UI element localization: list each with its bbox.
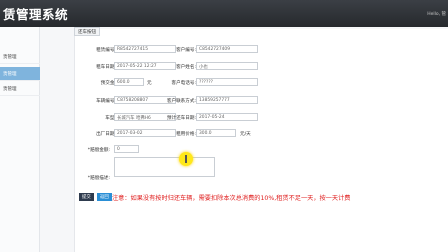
- daily-price-field[interactable]: 300.0: [196, 129, 236, 137]
- text-cursor-icon: [185, 155, 187, 163]
- daily-price-label: 租用价格:: [176, 132, 196, 137]
- sidebar-item-1[interactable]: 赁管理: [0, 50, 40, 64]
- customer-phone-field[interactable]: ??????: [196, 78, 258, 86]
- customer-contact-field[interactable]: 13859257777: [196, 96, 258, 104]
- customer-name-field[interactable]: 小也: [196, 62, 258, 70]
- customer-phone-label: 客户电话号:: [171, 81, 196, 86]
- remark-textarea[interactable]: [114, 157, 215, 177]
- notice-text: 注意：如果没有按时归还车辆，需要扣除本次总消费的10%,租赁不足一天，按一天计费: [112, 195, 351, 202]
- sidebar-item-2-active[interactable]: 赁管理: [0, 67, 40, 81]
- plan-time-label: 出厂日期:: [96, 132, 116, 137]
- deposit-field[interactable]: 600.0: [114, 78, 144, 86]
- tab-return-car[interactable]: 还车按钮: [74, 27, 100, 36]
- deposit-label: 预交金:: [100, 81, 116, 86]
- daily-price-unit: 元/天: [240, 132, 251, 137]
- submit-button[interactable]: 提交: [79, 193, 94, 201]
- sidebar: 赁管理 赁管理 赁管理: [0, 27, 40, 252]
- sidebar-item-3[interactable]: 赁管理: [0, 82, 40, 96]
- expected-return-field[interactable]: 2017-05-24: [196, 113, 258, 121]
- user-greeting[interactable]: Hello, 管: [427, 11, 446, 17]
- car-no-label: 车辆编号:: [96, 99, 116, 104]
- expected-return-label: 预计还车日期:: [166, 116, 196, 121]
- app-title: 赁管理系统: [3, 7, 69, 22]
- penalty-label: *赔偿金额:: [87, 148, 110, 153]
- rent-order-no-label: 租赁编号:: [96, 48, 116, 53]
- rent-date-label: 租车日期:: [96, 65, 116, 70]
- car-model-label: 车型:: [105, 116, 116, 121]
- customer-contact-label: 客户联系方式:: [166, 99, 196, 104]
- mouse-cursor-highlight: [179, 152, 193, 166]
- customer-name-label: 客户姓名:: [176, 65, 196, 70]
- customer-no-field[interactable]: C8542727409: [196, 45, 258, 53]
- remark-label: *赔偿描述:: [87, 176, 110, 181]
- back-button[interactable]: 返回: [97, 193, 112, 201]
- deposit-unit: 元: [147, 81, 152, 86]
- main-content: 还车按钮 租赁编号: R8542727415 客户编号: C8542727409…: [40, 27, 448, 252]
- customer-no-label: 客户编号:: [176, 48, 196, 53]
- penalty-field[interactable]: 0: [114, 145, 139, 153]
- top-navbar: 赁管理系统 Hello, 管: [0, 0, 448, 27]
